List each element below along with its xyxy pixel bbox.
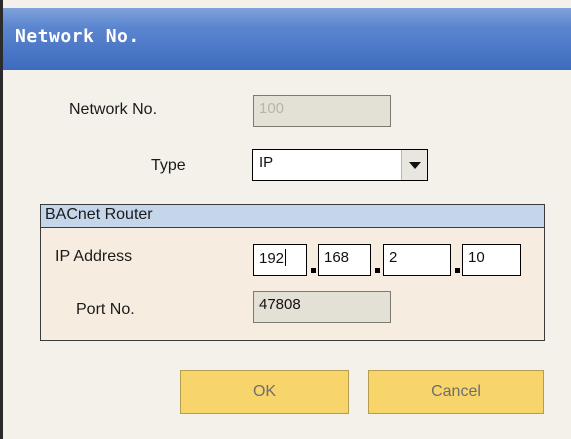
ip-address-label: IP Address xyxy=(55,248,133,265)
ip-separator-dot xyxy=(311,268,316,273)
port-no-field: 47808 xyxy=(253,291,391,323)
dialog-title: Network No. xyxy=(15,26,140,47)
ip-octet-2-input[interactable]: 168 xyxy=(318,244,371,276)
ok-button[interactable]: OK xyxy=(180,370,349,414)
bacnet-router-title: BACnet Router xyxy=(45,206,153,223)
port-no-label: Port No. xyxy=(76,301,135,318)
cancel-button[interactable]: Cancel xyxy=(368,370,544,414)
type-select[interactable]: IP xyxy=(252,149,428,181)
text-caret xyxy=(285,249,287,266)
ip-octet-1-input[interactable]: 192 xyxy=(253,244,307,276)
bacnet-router-header: BACnet Router xyxy=(41,205,544,228)
network-no-dialog: Network No. Network No. 100 Type IP BACn… xyxy=(0,0,571,439)
chevron-down-icon[interactable] xyxy=(401,150,427,180)
type-select-value: IP xyxy=(259,154,274,171)
title-bar: Network No. xyxy=(3,8,571,70)
network-no-label: Network No. xyxy=(69,101,158,118)
ip-octet-4-input[interactable]: 10 xyxy=(462,244,521,276)
ip-separator-dot xyxy=(375,268,380,273)
network-no-field: 100 xyxy=(253,95,391,127)
ip-separator-dot xyxy=(455,268,460,273)
ip-octet-1-value: 192 xyxy=(259,250,285,267)
ip-octet-3-input[interactable]: 2 xyxy=(383,244,451,276)
type-label: Type xyxy=(151,157,186,174)
